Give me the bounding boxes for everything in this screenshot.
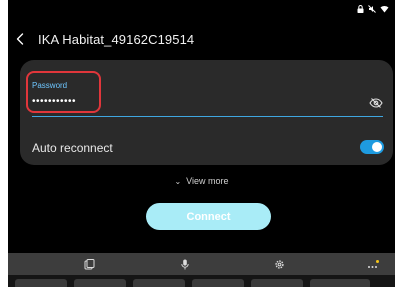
more-dots-icon[interactable] xyxy=(366,257,380,271)
view-more-link[interactable]: ⌄ View more xyxy=(8,176,395,186)
eye-off-icon[interactable] xyxy=(368,96,384,110)
view-more-label: View more xyxy=(186,176,229,186)
network-title: IKA Habitat_49162C19514 xyxy=(38,31,195,47)
auto-reconnect-toggle[interactable] xyxy=(360,140,384,154)
gear-icon[interactable] xyxy=(272,257,286,271)
keyboard-key[interactable] xyxy=(310,279,370,287)
connect-label: Connect xyxy=(186,210,231,223)
microphone-icon[interactable] xyxy=(178,257,192,271)
password-underline xyxy=(32,116,383,117)
keyboard-key[interactable] xyxy=(192,279,244,287)
mute-icon xyxy=(368,5,376,13)
keyboard-keys-row xyxy=(8,275,395,287)
chevron-left-icon[interactable] xyxy=(12,28,28,50)
keyboard-key[interactable] xyxy=(133,279,185,287)
clipboard-icon[interactable] xyxy=(82,257,96,271)
keyboard-toolbar xyxy=(8,253,395,275)
header: IKA Habitat_49162C19514 xyxy=(12,28,194,50)
toggle-knob xyxy=(372,142,382,152)
lock-icon xyxy=(357,5,364,13)
screen: IKA Habitat_49162C19514 Password •••••••… xyxy=(8,0,395,287)
auto-reconnect-label: Auto reconnect xyxy=(32,141,113,155)
keyboard-key[interactable] xyxy=(74,279,126,287)
connect-button[interactable]: Connect xyxy=(146,203,271,230)
wifi-icon xyxy=(380,5,389,13)
chevron-down-icon: ⌄ xyxy=(174,177,182,186)
keyboard-key[interactable] xyxy=(15,279,67,287)
keyboard-key[interactable] xyxy=(251,279,303,287)
status-bar xyxy=(357,3,389,15)
password-highlight-box xyxy=(26,71,101,113)
